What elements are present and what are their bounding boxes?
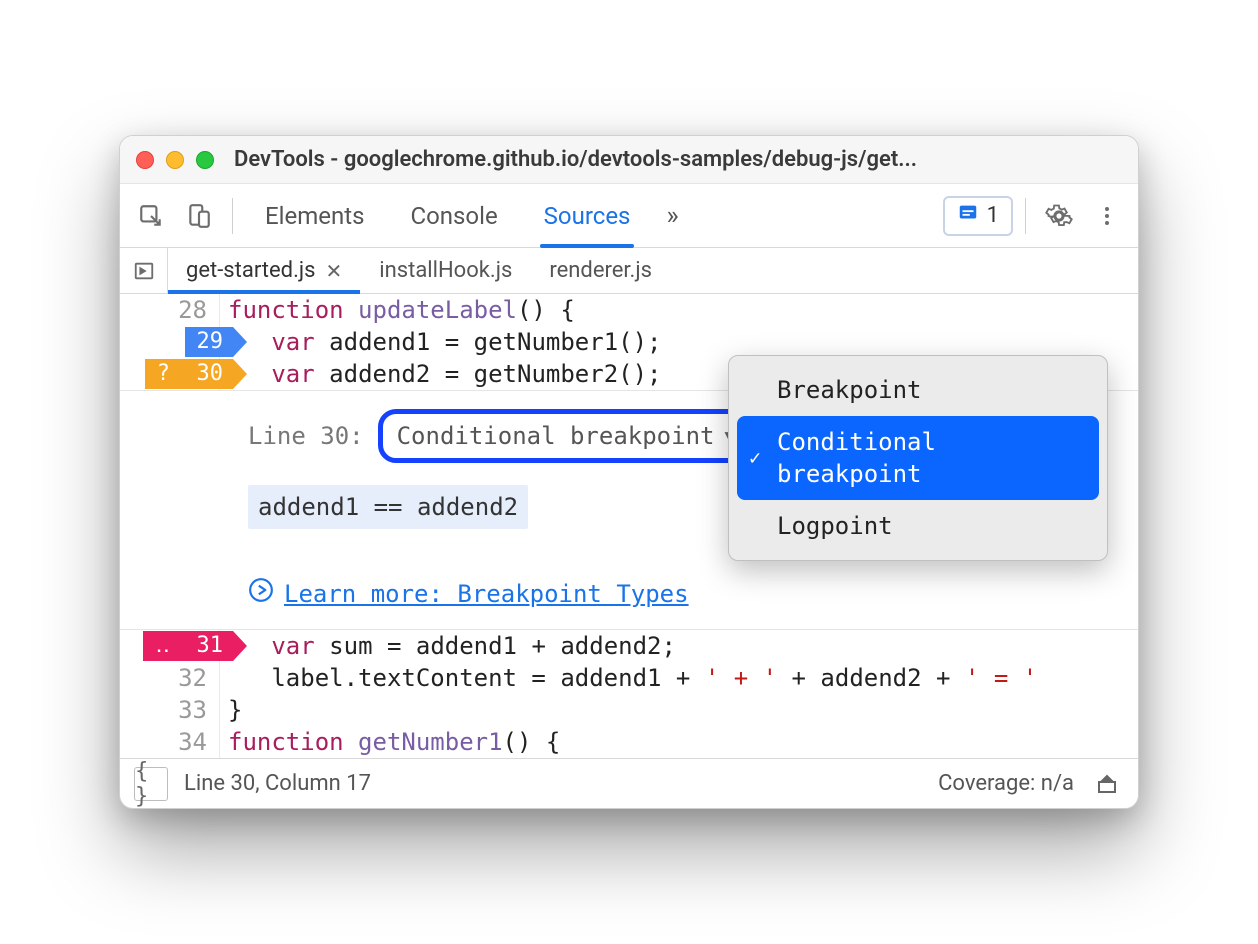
code-line[interactable]: 32 label.textContent = addend1 + ' + ' +… (120, 662, 1138, 694)
settings-gear-icon[interactable] (1038, 195, 1080, 237)
file-tab[interactable]: installHook.js (361, 248, 531, 293)
breakpoint-type-dropdown: Breakpoint ✓ Conditional breakpoint Logp… (728, 355, 1108, 561)
breakpoint-type-label: Conditional breakpoint (397, 420, 715, 452)
kebab-menu-icon[interactable] (1086, 195, 1128, 237)
code-line[interactable]: ‥ 31 var sum = addend1 + addend2; (120, 630, 1138, 662)
breakpoint-line-label: Line 30: (248, 420, 364, 452)
close-icon[interactable]: ✕ (326, 259, 343, 283)
tab-console[interactable]: Console (390, 184, 517, 248)
titlebar: DevTools - googlechrome.github.io/devtoo… (120, 136, 1138, 184)
coverage-status: Coverage: n/a (938, 771, 1074, 796)
logpoint-marker[interactable]: ‥ 31 (143, 631, 233, 661)
main-toolbar: Elements Console Sources » 1 (120, 184, 1138, 248)
code-line[interactable]: 33 } (120, 694, 1138, 726)
window-controls (136, 151, 214, 169)
window-title: DevTools - googlechrome.github.io/devtoo… (226, 147, 1122, 172)
pretty-print-icon[interactable]: { } (134, 767, 168, 801)
line-number[interactable]: 28 (175, 294, 207, 326)
navigator-toggle-icon[interactable] (120, 248, 168, 293)
file-tab-active[interactable]: get-started.js ✕ (168, 248, 361, 293)
dropdown-item-breakpoint[interactable]: Breakpoint (737, 364, 1099, 416)
drawer-toggle-icon[interactable] (1090, 767, 1124, 801)
learn-more-link[interactable]: Learn more: Breakpoint Types (284, 578, 689, 610)
file-tab[interactable]: renderer.js (531, 248, 671, 293)
cursor-position: Line 30, Column 17 (184, 771, 371, 796)
breakpoint-condition-input[interactable]: addend1 == addend2 (248, 485, 528, 529)
line-number[interactable]: 33 (175, 694, 207, 726)
code-line[interactable]: 29 var addend1 = getNumber1(); (120, 326, 1138, 358)
code-line[interactable]: 34 function getNumber1() { (120, 726, 1138, 758)
conditional-breakpoint-marker[interactable]: ? 30 (145, 359, 233, 389)
breakpoint-marker[interactable]: 29 (185, 327, 234, 357)
file-tabs-row: get-started.js ✕ installHook.js renderer… (120, 248, 1138, 294)
toolbar-separator (232, 198, 233, 234)
breakpoint-editor: Line 30: Conditional breakpoint ▼ addend… (120, 390, 1138, 630)
tab-sources[interactable]: Sources (524, 184, 651, 248)
file-tab-label: get-started.js (186, 258, 316, 283)
dropdown-item-logpoint[interactable]: Logpoint (737, 500, 1099, 552)
line-number[interactable]: 34 (175, 726, 207, 758)
close-window-button[interactable] (136, 151, 154, 169)
code-editor[interactable]: 28 function updateLabel() { 29 var adden… (120, 294, 1138, 758)
status-bar: { } Line 30, Column 17 Coverage: n/a (120, 758, 1138, 808)
issues-icon (957, 202, 979, 230)
issues-badge[interactable]: 1 (943, 196, 1013, 236)
maximize-window-button[interactable] (196, 151, 214, 169)
breakpoint-type-select[interactable]: Conditional breakpoint ▼ (378, 409, 754, 463)
more-tabs-icon[interactable]: » (656, 201, 688, 231)
device-toggle-icon[interactable] (178, 195, 220, 237)
devtools-window: DevTools - googlechrome.github.io/devtoo… (119, 135, 1139, 809)
checkmark-icon: ✓ (749, 441, 761, 473)
dropdown-item-conditional[interactable]: ✓ Conditional breakpoint (737, 416, 1099, 500)
file-tab-label: installHook.js (379, 258, 512, 283)
line-number[interactable]: 32 (175, 662, 207, 694)
file-tab-label: renderer.js (549, 258, 652, 283)
minimize-window-button[interactable] (166, 151, 184, 169)
inspect-element-icon[interactable] (130, 195, 172, 237)
tab-elements[interactable]: Elements (245, 184, 384, 248)
code-line[interactable]: 28 function updateLabel() { (120, 294, 1138, 326)
toolbar-separator (1025, 198, 1026, 234)
arrow-right-circle-icon (248, 577, 274, 611)
issues-count: 1 (987, 203, 999, 228)
